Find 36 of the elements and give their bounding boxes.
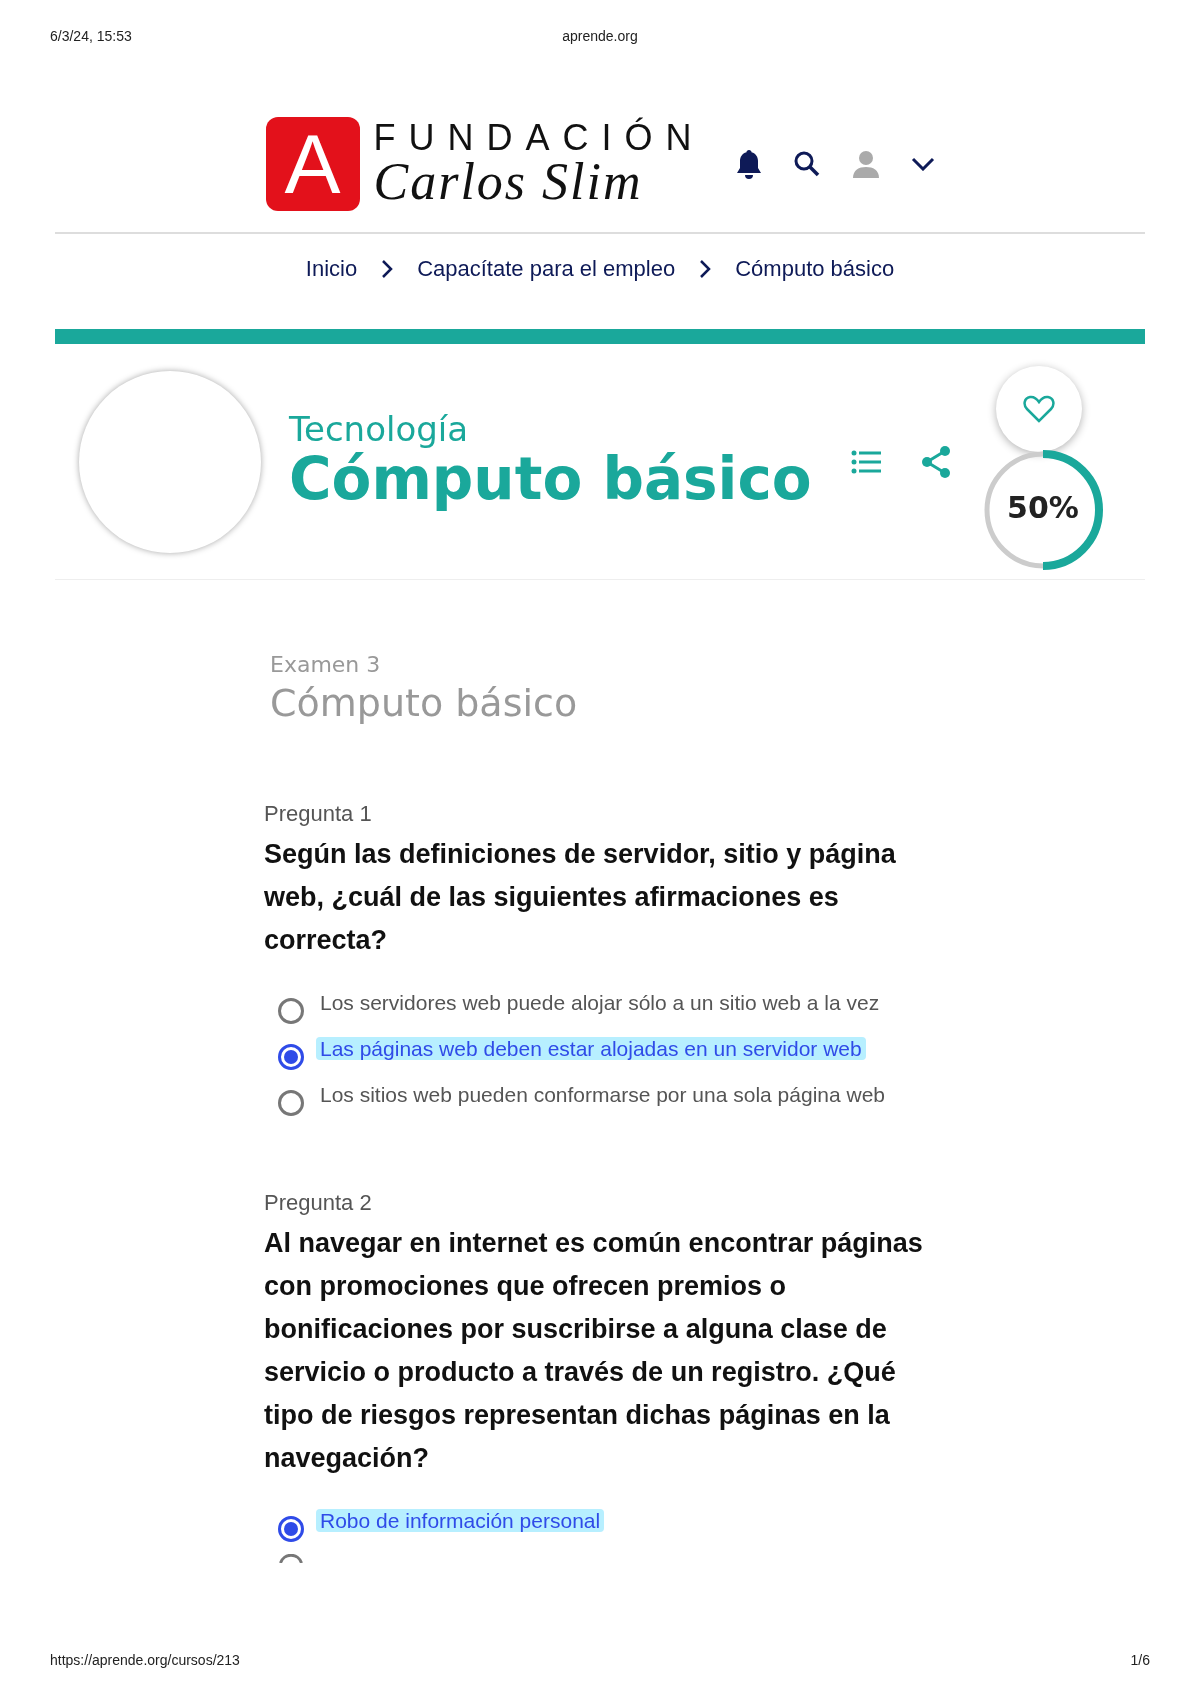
course-title: Cómputo básico [289, 448, 809, 513]
answer-option[interactable]: Los sitios web pueden conformarse por una sola página web [278, 1082, 944, 1116]
question-number: Pregunta 2 [264, 1190, 373, 1216]
logo-mark: A [265, 117, 360, 211]
user-icon[interactable] [850, 150, 881, 178]
heart-icon[interactable] [1023, 394, 1055, 424]
answer-option[interactable]: Los servidores web puede alojar sólo a un sitio web a la vez [278, 990, 944, 1024]
question-number: Pregunta 1 [264, 801, 373, 827]
answer-option[interactable]: Robo de información personal [278, 1508, 944, 1542]
question-text: Según las definiciones de servidor, sitio y página web, ¿cuál de las siguientes afirmaciones es correcta? [264, 838, 897, 957]
print-date: 6/3/24, 15:53 [50, 28, 132, 44]
share-icon[interactable] [921, 444, 951, 479]
page-number: 1/6 [1130, 1652, 1150, 1668]
question-text: Al navegar en internet es común encontrar páginas con promociones que ofrecen premios o bonificaciones por suscribirse a alguna clase de servicio o producto a través de un registro. ¿Qué tipo de riesgos representan dichas páginas en la navegación? [264, 1227, 924, 1475]
page-url: https://aprende.org/cursos/213 [50, 1652, 240, 1668]
chevron-right-icon [381, 259, 394, 279]
chevron-down-icon[interactable] [910, 157, 935, 171]
logo-script: Carlos Slim [373, 156, 644, 208]
list-icon[interactable] [851, 449, 881, 474]
breadcrumb-link[interactable]: Inicio [305, 256, 358, 282]
favorite-button[interactable] [996, 366, 1082, 452]
search-icon[interactable] [792, 150, 821, 178]
exam-title: Cómputo básico [270, 681, 579, 725]
bell-icon[interactable] [734, 148, 763, 180]
breadcrumb-link[interactable]: Capacítate para el empleo [417, 256, 676, 282]
radio-button[interactable] [278, 1090, 304, 1116]
radio-button[interactable] [278, 1554, 304, 1563]
chevron-right-icon [699, 259, 712, 279]
course-category: Tecnología [289, 410, 470, 449]
radio-button[interactable] [278, 998, 304, 1024]
progress-percent: 50% [1006, 490, 1080, 525]
radio-button[interactable] [278, 1044, 304, 1070]
exam-subtitle: Examen 3 [270, 652, 382, 677]
radio-button[interactable] [278, 1516, 304, 1542]
breadcrumb-link[interactable]: Cómputo básico [735, 256, 895, 282]
site-name: aprende.org [562, 28, 638, 44]
